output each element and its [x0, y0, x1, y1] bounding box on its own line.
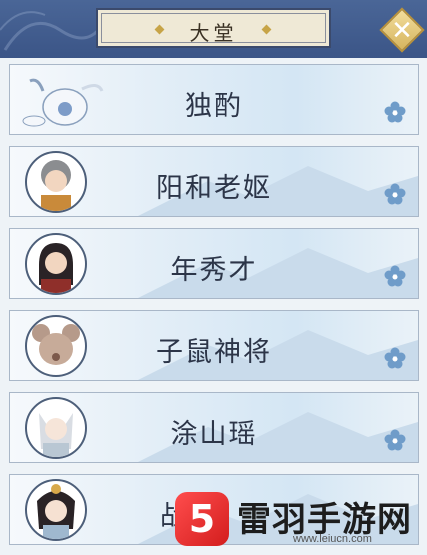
- npc-name: 子鼠神将: [156, 337, 272, 368]
- watermark-url: www.leiucn.com: [293, 533, 372, 545]
- flower-icon: [384, 101, 406, 123]
- brand-logo: 5: [175, 492, 229, 546]
- cloud-pattern-icon: [0, 11, 107, 51]
- watermark: 5 雷羽手游网 www.leiucn.com: [175, 488, 420, 550]
- npc-list: 独酌 阳和老妪 年秀才 子鼠神将 涂山瑶: [0, 58, 427, 555]
- header-bar: 大堂 ✕: [0, 0, 427, 58]
- close-x-icon[interactable]: ✕: [384, 13, 420, 49]
- page-title: 大堂: [189, 21, 238, 45]
- flower-icon: [384, 183, 406, 205]
- title-plate: 大堂: [96, 8, 331, 48]
- npc-name: 阳和老妪: [156, 173, 272, 204]
- flower-icon: [384, 347, 406, 369]
- flower-icon: [384, 265, 406, 287]
- list-item-yanghe[interactable]: 阳和老妪: [9, 146, 419, 217]
- npc-name: 年秀才: [170, 255, 258, 286]
- npc-name: 涂山瑶: [170, 419, 258, 450]
- list-item-nianxiucai[interactable]: 年秀才: [9, 228, 419, 299]
- lady-avatar: [25, 479, 87, 541]
- npc-name: 独酌: [185, 91, 243, 122]
- list-item-zishu[interactable]: 子鼠神将: [9, 310, 419, 381]
- list-item-duzhuo[interactable]: 独酌: [9, 64, 419, 135]
- flower-icon: [384, 429, 406, 451]
- list-item-tushanyao[interactable]: 涂山瑶: [9, 392, 419, 463]
